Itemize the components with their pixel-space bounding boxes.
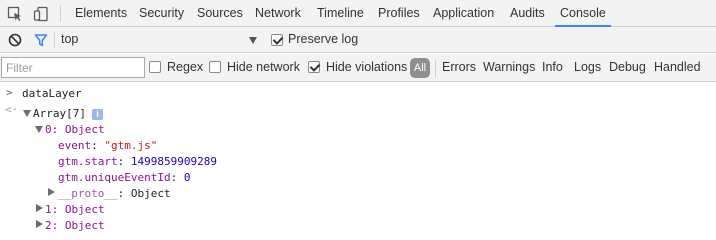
level-warnings[interactable]: Warnings [483,54,535,82]
clear-console-icon[interactable] [3,27,27,53]
context-selector[interactable]: top [61,27,78,53]
item-0-header: 0: Object [45,123,105,136]
input-prompt-icon: > [6,86,13,99]
regex-checkbox[interactable] [149,61,161,73]
tab-network[interactable]: Network [255,0,301,27]
array-item-1[interactable]: 1: Object [45,203,105,217]
toolbar-divider [60,5,61,22]
expand-object-icon[interactable] [36,220,43,228]
console-filter-bar: Regex Hide network Hide violations Error… [0,54,716,82]
property-key: gtm.uniqueEventId [58,171,171,184]
toolbar-divider [54,32,55,48]
tab-sources[interactable]: Sources [197,0,243,27]
level-debug[interactable]: Debug [609,54,646,82]
tab-timeline[interactable]: Timeline [317,0,364,27]
preserve-log-label[interactable]: Preserve log [288,27,358,53]
expand-object-icon[interactable] [35,126,43,133]
item-1-header: 1: Object [45,203,105,216]
level-errors[interactable]: Errors [442,54,476,82]
tab-profiles[interactable]: Profiles [378,0,420,27]
tab-security[interactable]: Security [139,0,184,27]
inspect-element-icon[interactable] [3,0,27,27]
proto-value: Object [130,187,171,200]
level-info[interactable]: Info [542,54,563,82]
array-item-2[interactable]: 2: Object [45,219,105,233]
level-logs[interactable]: Logs [574,54,601,82]
hide-network-checkbox[interactable] [209,61,221,73]
console-context-bar: top Preserve log [0,27,716,53]
level-all-button[interactable]: All [410,58,430,78]
hide-violations-checkbox[interactable] [308,61,320,73]
level-handled[interactable]: Handled [654,54,701,82]
device-toolbar-icon[interactable] [29,0,53,27]
property-key: event [58,139,92,152]
regex-label[interactable]: Regex [167,54,203,82]
info-badge-icon[interactable]: i [92,109,103,120]
expand-array-icon[interactable] [23,110,31,117]
tab-application[interactable]: Application [433,0,494,27]
item-2-header: 2: Object [45,219,105,232]
property-value: 1499859909289 [130,155,217,168]
result-arrow-icon: <· [5,103,19,116]
tab-elements[interactable]: Elements [75,0,127,27]
console-messages: > dataLayer <· Array[7] i 0: Object even… [0,83,716,234]
expand-object-icon[interactable] [36,204,43,212]
result-array-header[interactable]: Array[7] [33,107,86,121]
filter-input[interactable] [1,57,145,78]
chevron-down-icon[interactable] [249,37,257,44]
property-key: gtm.start [58,155,118,168]
toolbar-divider [435,60,436,77]
expand-proto-icon[interactable] [48,188,55,196]
tab-audits[interactable]: Audits [510,0,545,27]
hide-network-label[interactable]: Hide network [227,54,300,82]
console-input-command: dataLayer [22,87,82,100]
proto-key: __proto__ [58,187,118,200]
property-row: gtm.uniqueEventId: 0 [58,171,191,184]
devtools-tabbar: Elements Security Sources Network Timeli… [0,0,716,27]
property-row: event: "gtm.js" [58,139,158,152]
property-value: "gtm.js" [104,139,158,152]
tab-console[interactable]: Console [555,0,611,27]
preserve-log-checkbox[interactable] [271,34,283,46]
array-item-0[interactable]: 0: Object [45,123,105,137]
property-value: 0 [183,171,191,184]
proto-row[interactable]: __proto__: Object [58,187,171,201]
property-row: gtm.start: 1499859909289 [58,155,217,168]
filter-icon[interactable] [29,27,53,53]
hide-violations-label[interactable]: Hide violations [326,54,407,82]
